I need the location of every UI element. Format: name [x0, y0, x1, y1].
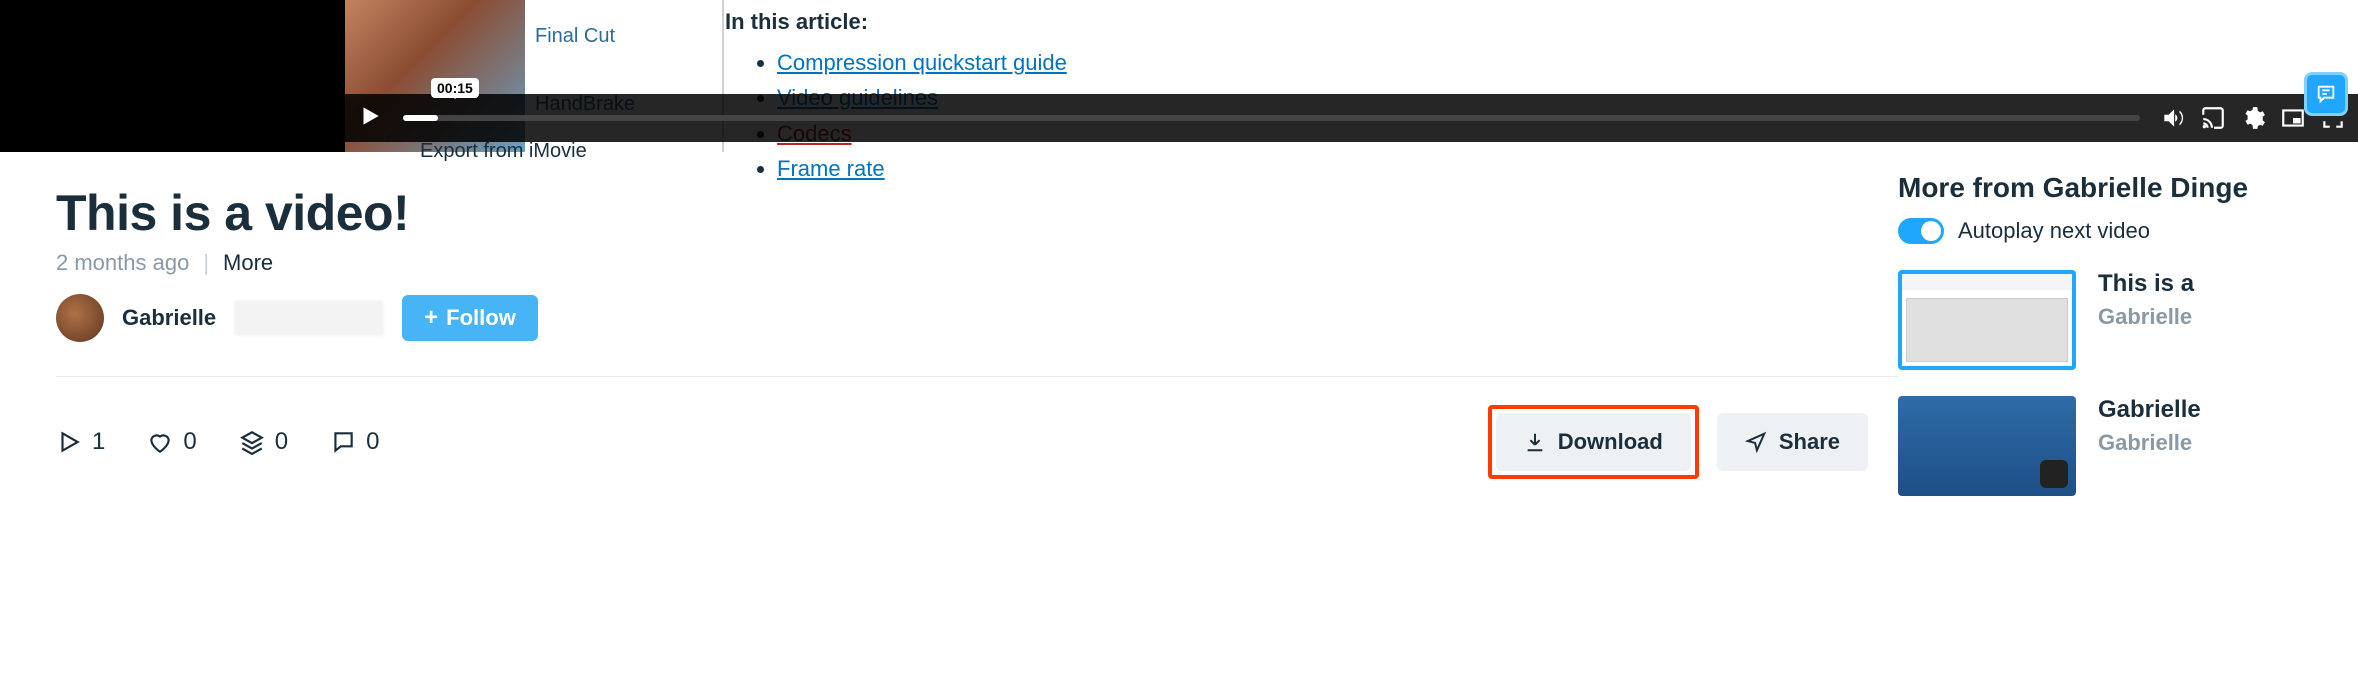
- author-name[interactable]: Gabrielle: [122, 305, 216, 331]
- sidebar-item[interactable]: This is a Gabrielle: [1898, 270, 2358, 370]
- more-link[interactable]: More: [223, 250, 273, 276]
- sidebar: More from Gabrielle Dinge Autoplay next …: [1898, 152, 2358, 496]
- stat-collections[interactable]: 0: [239, 428, 288, 456]
- stat-comments[interactable]: 0: [330, 428, 379, 456]
- download-highlight: Download: [1488, 405, 1699, 479]
- stack-icon: [239, 429, 265, 455]
- video-letterbox: [0, 0, 345, 152]
- overlay-caption: Export from iMovie: [420, 140, 587, 163]
- sidebar-thumb: [1898, 396, 2076, 496]
- sidebar-item-byline: Gabrielle: [2098, 304, 2194, 330]
- stat-plays-value: 1: [92, 428, 105, 456]
- stat-collections-value: 0: [275, 428, 288, 456]
- play-outline-icon: [56, 429, 82, 455]
- play-button[interactable]: [357, 103, 383, 134]
- meta-row: 2 months ago | More: [56, 250, 1898, 276]
- video-age: 2 months ago: [56, 250, 189, 276]
- heart-icon: [147, 429, 173, 455]
- sidebar-item[interactable]: Gabrielle Gabrielle: [1898, 396, 2358, 496]
- overlay-left-label: Final Cut: [535, 20, 725, 52]
- share-button[interactable]: Share: [1717, 413, 1868, 471]
- article-heading: In this article:: [725, 4, 2338, 39]
- follow-button[interactable]: + Follow: [402, 295, 538, 341]
- article-link[interactable]: Compression quickstart guide: [777, 50, 1067, 75]
- volume-icon[interactable]: [2160, 105, 2186, 131]
- pip-icon[interactable]: [2280, 105, 2306, 131]
- time-tooltip: 00:15: [431, 78, 479, 98]
- author-row: Gabrielle + Follow: [56, 294, 1898, 342]
- download-icon: [1524, 431, 1546, 453]
- video-player-region: Final Cut HandBrake In this article: Com…: [0, 0, 2358, 152]
- sidebar-item-title: Gabrielle: [2098, 396, 2201, 424]
- autoplay-label: Autoplay next video: [1958, 218, 2150, 244]
- download-button[interactable]: Download: [1496, 413, 1691, 471]
- cast-icon[interactable]: [2200, 105, 2226, 131]
- author-avatar[interactable]: [56, 294, 104, 342]
- stat-comments-value: 0: [366, 428, 379, 456]
- main-column: This is a video! 2 months ago | More Gab…: [0, 152, 1898, 496]
- share-label: Share: [1779, 429, 1840, 455]
- autoplay-toggle[interactable]: [1898, 218, 1944, 244]
- stat-likes[interactable]: 0: [147, 428, 196, 456]
- stat-plays: 1: [56, 428, 105, 456]
- comment-icon: [330, 429, 356, 455]
- transcript-button[interactable]: [2304, 72, 2348, 116]
- stat-row: 1 0 0 0 Downlo: [56, 376, 1898, 479]
- download-label: Download: [1558, 429, 1663, 455]
- follow-label: Follow: [446, 305, 516, 331]
- send-icon: [1745, 431, 1767, 453]
- sidebar-item-byline: Gabrielle: [2098, 430, 2201, 456]
- autoplay-row: Autoplay next video: [1898, 218, 2358, 244]
- video-control-bar: 00:15: [345, 94, 2358, 142]
- video-title: This is a video!: [56, 184, 1898, 242]
- progress-bar[interactable]: [403, 115, 2140, 121]
- sidebar-thumb: [1898, 270, 2076, 370]
- settings-icon[interactable]: [2240, 105, 2266, 131]
- sidebar-item-title: This is a: [2098, 270, 2194, 298]
- separator: |: [203, 250, 209, 276]
- redacted-name: [234, 300, 384, 336]
- stat-likes-value: 0: [183, 428, 196, 456]
- article-link[interactable]: Frame rate: [777, 156, 885, 181]
